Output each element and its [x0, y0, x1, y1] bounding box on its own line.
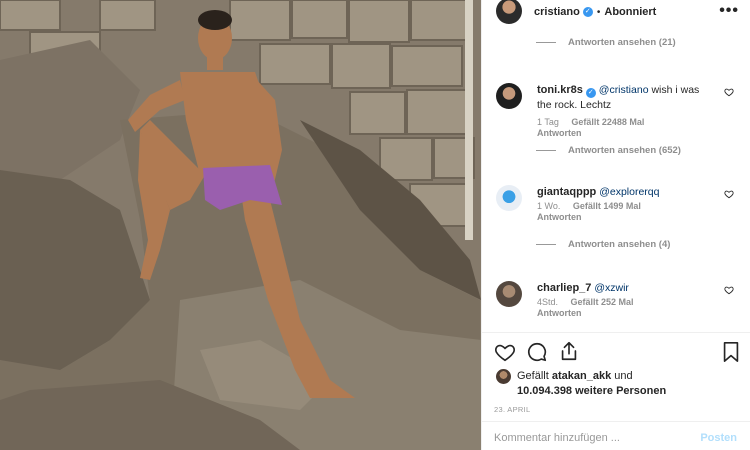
likes-summary: Gefällt atakan_akk und 10.094.398 weiter…	[496, 369, 666, 399]
view-replies-label: Antworten ansehen (21)	[568, 37, 676, 48]
comment-like-heart-icon[interactable]	[724, 189, 734, 199]
comment-mention[interactable]: @cristiano	[599, 84, 649, 96]
comment-age[interactable]: 1 Tag	[537, 117, 559, 127]
reply-button[interactable]: Antworten	[537, 308, 582, 318]
comment-item: giantaqppp @explorerqq 1 Wo. Gefällt 149…	[496, 185, 746, 245]
comment-text: toni.kr8s ✓ @cristiano wish i was the roc…	[537, 83, 712, 113]
post-date[interactable]: 23. APRIL	[494, 405, 530, 414]
commenter-avatar[interactable]	[496, 185, 522, 211]
view-replies-button[interactable]: Antworten ansehen (4)	[536, 239, 670, 250]
liker-username[interactable]: atakan_akk	[552, 370, 611, 382]
replies-line	[536, 150, 556, 151]
reply-button[interactable]: Antworten	[537, 212, 582, 222]
comment-likes[interactable]: Gefällt 22488 Mal	[571, 117, 644, 127]
post-image[interactable]	[0, 0, 481, 450]
view-replies-label: Antworten ansehen (4)	[568, 239, 671, 250]
heart-icon[interactable]	[494, 341, 516, 363]
view-replies-label: Antworten ansehen (652)	[568, 145, 681, 156]
comment-likes[interactable]: Gefällt 252 Mal	[571, 297, 634, 307]
replies-line	[536, 244, 556, 245]
commenter-username[interactable]: charliep_7	[537, 282, 591, 294]
reply-button[interactable]: Antworten	[537, 128, 582, 138]
comment-icon[interactable]	[526, 341, 548, 363]
comment-mention[interactable]: @xzwir	[594, 282, 629, 294]
comment-text: giantaqppp @explorerqq	[537, 185, 712, 200]
comment-meta: 4Std. Gefällt 252 Mal Antworten	[537, 297, 644, 319]
separator-dot: •	[596, 6, 601, 18]
comment-list[interactable]: Antworten ansehen (21) toni.kr8s ✓ @crist…	[482, 24, 750, 332]
bookmark-icon[interactable]	[722, 341, 740, 363]
view-replies-button[interactable]: Antworten ansehen (21)	[536, 37, 676, 48]
follow-button[interactable]: Abonniert	[604, 6, 656, 18]
author-username[interactable]: cristiano	[534, 6, 580, 18]
commenter-avatar[interactable]	[496, 83, 522, 109]
comment-likes[interactable]: Gefällt 1499 Mal	[573, 201, 641, 211]
post-header: cristiano ✓ • Abonniert •••	[482, 0, 750, 24]
liker-avatar[interactable]	[496, 369, 511, 384]
comment-meta: 1 Tag Gefällt 22488 Mal Antworten	[537, 117, 654, 139]
comment-input[interactable]	[494, 430, 684, 446]
comment-text: charliep_7 @xzwir	[537, 281, 712, 296]
more-options-icon[interactable]: •••	[719, 2, 739, 20]
comment-item: charliep_7 @xzwir 4Std. Gefällt 252 Mal …	[496, 281, 746, 332]
commenter-username[interactable]: toni.kr8s	[537, 84, 583, 96]
add-comment-bar: Posten	[482, 421, 750, 450]
comment-mention[interactable]: @explorerqq	[599, 186, 659, 198]
likes-middle: und	[611, 370, 633, 382]
comment-like-heart-icon[interactable]	[724, 285, 734, 295]
comment-age[interactable]: 1 Wo.	[537, 201, 560, 211]
commenter-username[interactable]: giantaqppp	[537, 186, 596, 198]
comment-like-heart-icon[interactable]	[724, 87, 734, 97]
view-replies-button[interactable]: Antworten ansehen (652)	[536, 145, 681, 156]
replies-line	[536, 42, 556, 43]
commenter-avatar[interactable]	[496, 281, 522, 307]
likes-count-link[interactable]: 10.094.398 weitere Personen	[517, 385, 666, 397]
post-sidebar: cristiano ✓ • Abonniert ••• Antworten an…	[481, 0, 750, 450]
post-actions: Gefällt atakan_akk und 10.094.398 weiter…	[482, 332, 750, 450]
verified-badge-icon: ✓	[582, 7, 593, 17]
comment-age[interactable]: 4Std.	[537, 297, 558, 307]
post-photo-illustration	[0, 0, 481, 450]
likes-text: Gefällt atakan_akk und 10.094.398 weiter…	[517, 369, 666, 399]
author-avatar[interactable]	[496, 0, 522, 24]
share-icon[interactable]	[558, 340, 580, 362]
likes-prefix: Gefällt	[517, 370, 552, 382]
comment-meta: 1 Wo. Gefällt 1499 Mal Antworten	[537, 201, 651, 223]
post-comment-button[interactable]: Posten	[700, 432, 737, 444]
verified-badge-icon: ✓	[585, 88, 596, 98]
